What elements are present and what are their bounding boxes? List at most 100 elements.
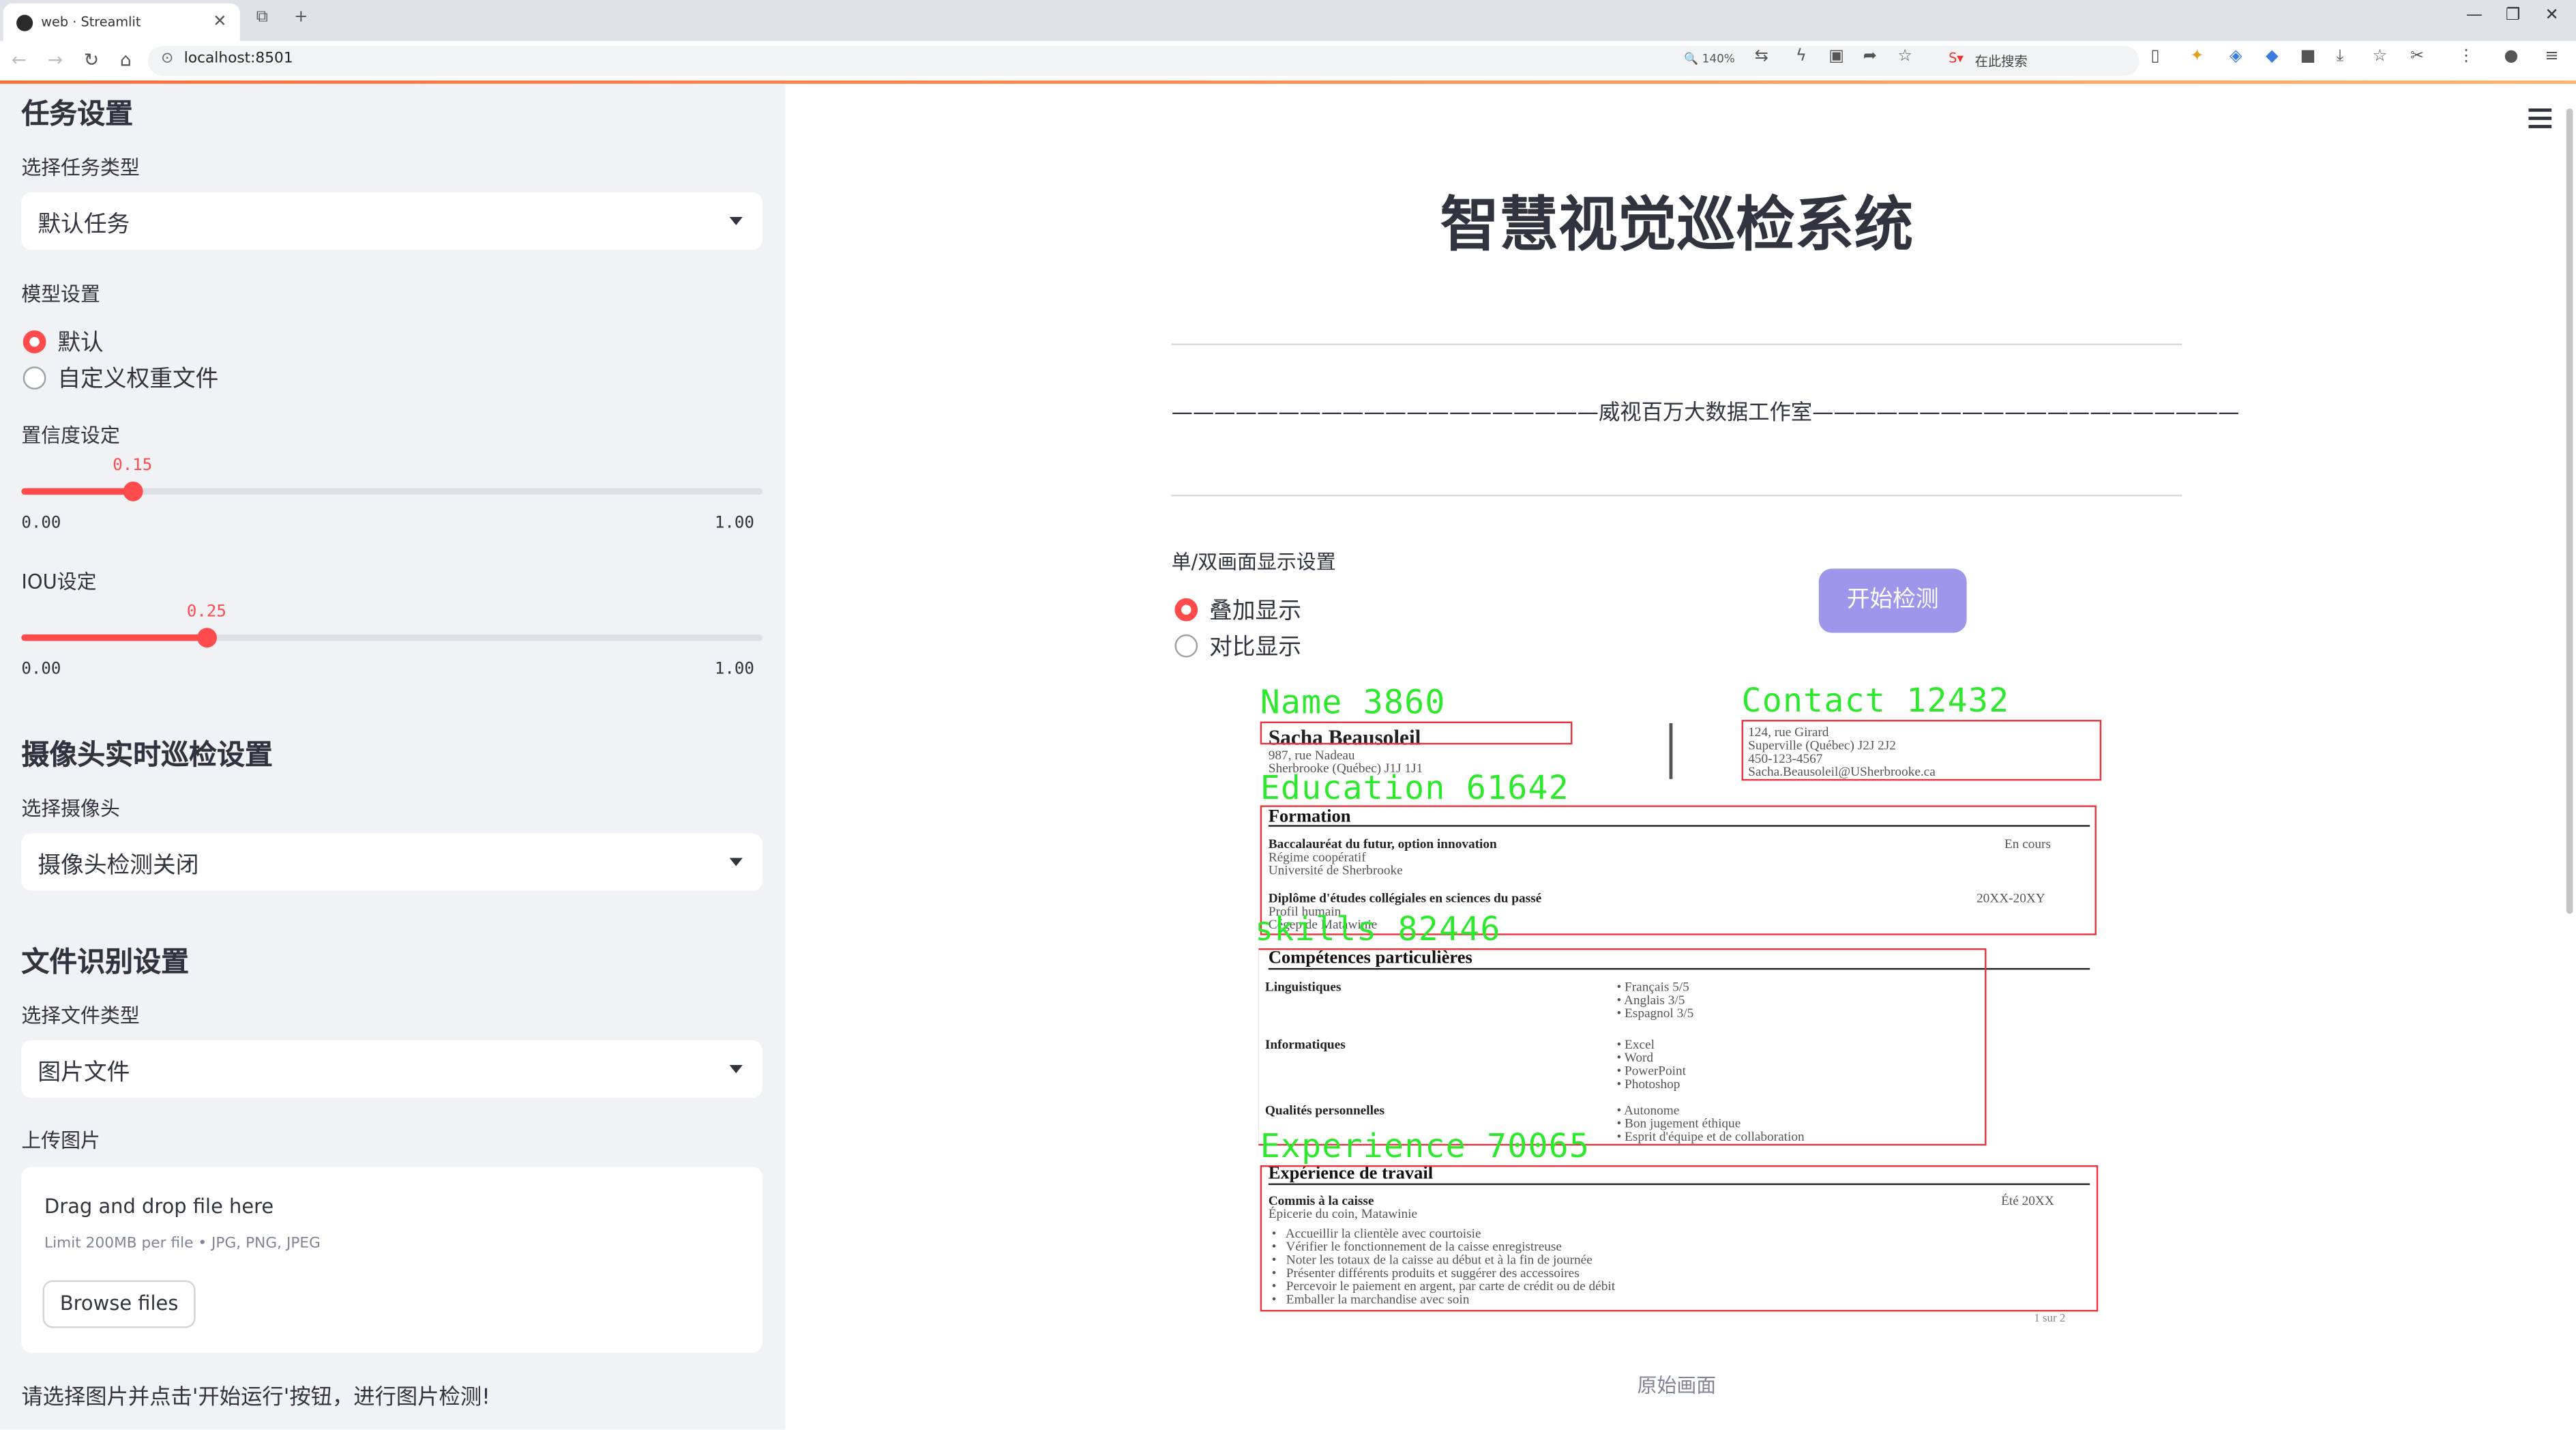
file-dropzone[interactable]: Drag and drop file here Limit 200MB per … <box>21 1167 763 1353</box>
radio-selected-icon[interactable] <box>23 330 46 353</box>
camera-section-title: 摄像头实时巡检设置 <box>21 740 273 773</box>
extension-icon-2[interactable]: ◈ <box>2230 48 2242 65</box>
chevron-down-icon <box>729 216 743 226</box>
bookmark-star-icon[interactable]: ☆ <box>1897 48 1912 65</box>
scissors-icon[interactable]: ✂ <box>2410 48 2424 65</box>
lightning-icon[interactable]: ϟ <box>1796 48 1807 65</box>
share-icon[interactable]: ➦ <box>1863 48 1877 65</box>
detection-label-skills: skills 82446 <box>1258 909 1501 948</box>
restore-icon[interactable]: ❐ <box>2506 7 2521 25</box>
detection-label-contact: Contact 12432 <box>1741 680 2010 720</box>
new-tab-icon[interactable]: + <box>294 8 308 26</box>
model-option-label: 自定义权重文件 <box>57 366 219 393</box>
translate-icon[interactable]: ⇆ <box>1755 48 1768 65</box>
iou-max: 1.00 <box>714 660 754 679</box>
browser-tab[interactable]: web · Streamlit ✕ <box>3 3 240 42</box>
browser-search-box[interactable]: S▾ 在此搜索 <box>1942 46 2140 76</box>
instruction-text: 请选择图片并点击'开始运行'按钮，进行图片检测! <box>21 1385 490 1410</box>
detection-box-contact <box>1741 720 2102 781</box>
extension-icon-3[interactable]: ◆ <box>2266 48 2279 65</box>
confidence-value: 0.15 <box>113 456 153 476</box>
search-placeholder: 在此搜索 <box>1974 54 2028 70</box>
browser-toolbar: ← → ↻ ⌂ ⊙ localhost:8501 🔍 140% ⇆ ϟ ▣ ➦ … <box>0 41 2576 83</box>
iou-slider[interactable]: 0.25 <box>21 603 763 648</box>
confidence-slider-thumb[interactable] <box>122 481 143 501</box>
scrollbar-thumb[interactable] <box>2566 108 2573 914</box>
radio-unselected-icon[interactable] <box>1174 634 1198 658</box>
confidence-max: 1.00 <box>714 514 754 533</box>
camera-select[interactable]: 摄像头检测关闭 <box>21 833 763 891</box>
task-type-value: 默认任务 <box>38 211 130 239</box>
more-icon[interactable]: ⋮ <box>2458 48 2474 65</box>
model-radio-default[interactable]: 默认 <box>23 325 104 358</box>
studio-line: ————————————————————威视百万大数据工作室——————————… <box>1171 400 2240 426</box>
file-type-select[interactable]: 图片文件 <box>21 1040 763 1098</box>
detection-label-name: Name 3860 <box>1260 682 1446 722</box>
detection-box-skills <box>1258 948 1987 1146</box>
page-title: 智慧视觉巡检系统 <box>1440 192 1914 260</box>
task-section-title: 任务设置 <box>21 98 134 132</box>
divider <box>1171 343 2182 345</box>
home-icon[interactable]: ⌂ <box>120 49 132 70</box>
task-type-label: 选择任务类型 <box>21 156 140 179</box>
detection-box-name <box>1260 721 1573 745</box>
display-radio-overlay[interactable]: 叠加显示 <box>1174 594 1301 626</box>
tab-group-icon[interactable]: ⧉ <box>256 8 268 26</box>
profile-avatar-icon[interactable]: ● <box>2504 48 2518 65</box>
camera-icon[interactable]: ▣ <box>1829 48 1844 65</box>
favorites-icon[interactable]: ☆ <box>2373 48 2388 65</box>
chevron-down-icon <box>729 858 743 866</box>
window-close-icon[interactable]: ✕ <box>2545 7 2559 25</box>
confidence-slider[interactable]: 0.15 <box>21 457 763 501</box>
dropzone-limit: Limit 200MB per file • JPG, PNG, JPEG <box>44 1236 321 1253</box>
phone-icon[interactable]: ▯ <box>2150 48 2159 65</box>
camera-value: 摄像头检测关闭 <box>38 853 199 879</box>
display-mode-label: 单/双画面显示设置 <box>1171 551 1336 574</box>
file-type-value: 图片文件 <box>38 1060 130 1087</box>
zoom-level[interactable]: 🔍 140% <box>1684 53 1735 65</box>
iou-slider-thumb[interactable] <box>196 628 217 648</box>
file-section-title: 文件识别设置 <box>21 946 190 980</box>
chevron-down-icon <box>729 1065 743 1074</box>
tab-title: web · Streamlit <box>41 14 141 30</box>
browse-files-button[interactable]: Browse files <box>42 1280 196 1328</box>
close-tab-icon[interactable]: ✕ <box>213 13 226 31</box>
hamburger-menu-icon[interactable] <box>2528 108 2552 133</box>
download-icon[interactable]: ⤓ <box>2337 48 2344 65</box>
iou-min: 0.00 <box>21 660 61 679</box>
iou-slider-fill <box>21 634 207 641</box>
reload-icon[interactable]: ↻ <box>84 49 99 70</box>
display-radio-compare[interactable]: 对比显示 <box>1174 630 1301 662</box>
confidence-slider-fill <box>21 488 133 495</box>
confidence-min: 0.00 <box>21 514 61 533</box>
extension-icon-4[interactable]: ■ <box>2300 48 2316 65</box>
iou-value: 0.25 <box>186 603 226 622</box>
start-detection-button[interactable]: 开始检测 <box>1818 568 1967 633</box>
image-caption: 原始画面 <box>1637 1373 1717 1397</box>
dropzone-text: Drag and drop file here <box>44 1195 274 1219</box>
streamlit-favicon-icon <box>16 14 33 31</box>
back-icon[interactable]: ← <box>12 49 27 70</box>
confidence-label: 置信度设定 <box>21 424 120 448</box>
camera-label: 选择摄像头 <box>21 797 120 821</box>
task-type-select[interactable]: 默认任务 <box>21 192 763 250</box>
iou-label: IOU设定 <box>21 570 97 594</box>
resume-page-number: 1 sur 2 <box>2034 1311 2066 1325</box>
model-radio-custom[interactable]: 自定义权重文件 <box>23 362 219 394</box>
detection-image: Sacha Beausoleil 987, rue Nadeau Sherbro… <box>1258 677 2105 1335</box>
display-option-label: 叠加显示 <box>1209 598 1301 625</box>
search-engine-icon: S▾ <box>1949 50 1964 66</box>
browser-menu-icon[interactable]: ≡ <box>2545 48 2559 65</box>
minimize-icon[interactable]: — <box>2466 7 2483 25</box>
sidebar: 任务设置 选择任务类型 默认任务 模型设置 默认 自定义权重文件 置信度设定 0… <box>0 83 786 1430</box>
radio-unselected-icon[interactable] <box>23 366 46 390</box>
site-info-icon[interactable]: ⊙ <box>161 51 173 68</box>
extension-icon[interactable]: ✦ <box>2190 48 2204 65</box>
url-text: localhost:8501 <box>183 50 293 68</box>
forward-icon[interactable]: → <box>48 49 63 70</box>
file-type-label: 选择文件类型 <box>21 1004 140 1027</box>
radio-selected-icon[interactable] <box>1174 598 1198 622</box>
model-label: 模型设置 <box>21 282 100 306</box>
detection-label-education: Education 61642 <box>1260 768 1569 807</box>
upload-label: 上传图片 <box>21 1128 100 1152</box>
